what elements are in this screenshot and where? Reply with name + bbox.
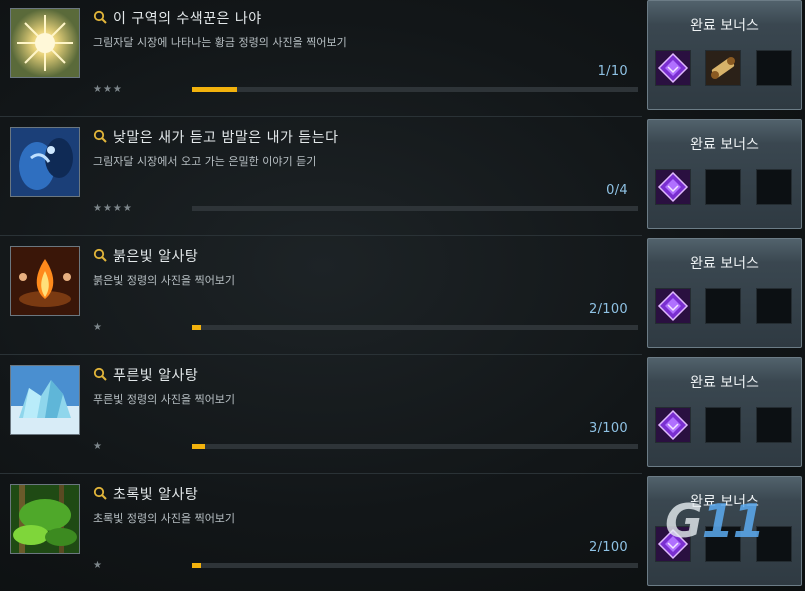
purple-gem-icon xyxy=(656,289,690,323)
search-icon xyxy=(93,128,113,147)
progress-fill xyxy=(192,563,201,568)
difficulty-stars: ★★★ xyxy=(93,84,123,95)
quest-description: 그림자달 시장에 나타나는 황금 정령의 사진을 찍어보기 xyxy=(93,36,347,49)
difficulty-stars: ★★★★ xyxy=(93,203,133,214)
reward-slot[interactable] xyxy=(655,288,691,324)
quest-title: 붉은빛 알사탕 xyxy=(113,249,199,265)
reward-slot-empty xyxy=(756,50,792,86)
row-divider xyxy=(0,235,642,236)
reward-slot-empty xyxy=(756,169,792,205)
difficulty-stars: ★ xyxy=(93,441,103,452)
quest-progress-count: 2/100 xyxy=(589,302,628,317)
purple-gem-icon xyxy=(656,51,690,85)
progress-fill xyxy=(192,87,237,92)
reward-slot-empty xyxy=(705,169,741,205)
quest-title: 푸른빛 알사탕 xyxy=(113,368,199,384)
reward-slot-empty xyxy=(705,288,741,324)
completion-bonus-panel: 완료 보너스 xyxy=(647,119,802,229)
completion-bonus-label: 완료 보너스 xyxy=(690,137,759,153)
quest-progress-count: 0/4 xyxy=(606,183,628,198)
difficulty-stars: ★ xyxy=(93,322,103,333)
completion-bonus-label: 완료 보너스 xyxy=(690,375,759,391)
quest-thumbnail xyxy=(10,246,80,316)
quest-thumbnail xyxy=(10,127,80,197)
progress-bar xyxy=(192,206,638,211)
quest-progress-count: 1/10 xyxy=(597,64,628,79)
quest-description: 초록빛 정령의 사진을 찍어보기 xyxy=(93,512,236,525)
row-divider xyxy=(0,116,642,117)
progress-bar xyxy=(192,563,638,568)
search-icon xyxy=(93,366,113,385)
quest-thumbnail xyxy=(10,8,80,78)
reward-slot[interactable] xyxy=(655,407,691,443)
progress-fill xyxy=(192,444,206,449)
quest-progress-count: 2/100 xyxy=(589,540,628,555)
watermark-logo: G11 xyxy=(665,494,765,548)
progress-fill xyxy=(192,325,201,330)
row-divider xyxy=(0,354,642,355)
reward-slot-empty xyxy=(756,288,792,324)
progress-bar xyxy=(192,87,638,92)
completion-bonus-label: 완료 보너스 xyxy=(690,18,759,34)
quest-description: 푸른빛 정령의 사진을 찍어보기 xyxy=(93,393,236,406)
completion-bonus-label: 완료 보너스 xyxy=(690,256,759,272)
reward-slot[interactable] xyxy=(655,50,691,86)
completion-bonus-panel: 완료 보너스 xyxy=(647,238,802,348)
quest-thumbnail xyxy=(10,365,80,435)
reward-slot[interactable] xyxy=(655,169,691,205)
quest-title: 이 구역의 수색꾼은 나야 xyxy=(113,11,262,27)
completion-bonus-panel: 완료 보너스 xyxy=(647,0,802,110)
difficulty-stars: ★ xyxy=(93,560,103,571)
reward-slot[interactable] xyxy=(705,50,741,86)
row-divider xyxy=(0,473,642,474)
reward-slot-empty xyxy=(705,407,741,443)
quest-row[interactable]: 이 구역의 수색꾼은 나야 그림자달 시장에 나타나는 황금 정령의 사진을 찍… xyxy=(0,0,805,114)
search-icon xyxy=(93,247,113,266)
quest-title: 초록빛 알사탕 xyxy=(113,487,199,503)
quest-title: 낮말은 새가 듣고 밤말은 내가 듣는다 xyxy=(113,130,339,146)
quest-description: 붉은빛 정령의 사진을 찍어보기 xyxy=(93,274,236,287)
scroll-icon xyxy=(706,51,740,85)
purple-gem-icon xyxy=(656,408,690,442)
quest-description: 그림자달 시장에서 오고 가는 은밀한 이야기 듣기 xyxy=(93,155,317,168)
quest-progress-count: 3/100 xyxy=(589,421,628,436)
progress-bar xyxy=(192,325,638,330)
purple-gem-icon xyxy=(656,170,690,204)
completion-bonus-panel: 완료 보너스 xyxy=(647,357,802,467)
reward-slot-empty xyxy=(756,407,792,443)
progress-bar xyxy=(192,444,638,449)
quest-thumbnail xyxy=(10,484,80,554)
quest-row[interactable]: 푸른빛 알사탕 푸른빛 정령의 사진을 찍어보기 3/100 ★ 완료 보너스 xyxy=(0,357,805,471)
search-icon xyxy=(93,9,113,28)
quest-row[interactable]: 붉은빛 알사탕 붉은빛 정령의 사진을 찍어보기 2/100 ★ 완료 보너스 xyxy=(0,238,805,352)
quest-row[interactable]: 낮말은 새가 듣고 밤말은 내가 듣는다 그림자달 시장에서 오고 가는 은밀한… xyxy=(0,119,805,233)
search-icon xyxy=(93,485,113,504)
